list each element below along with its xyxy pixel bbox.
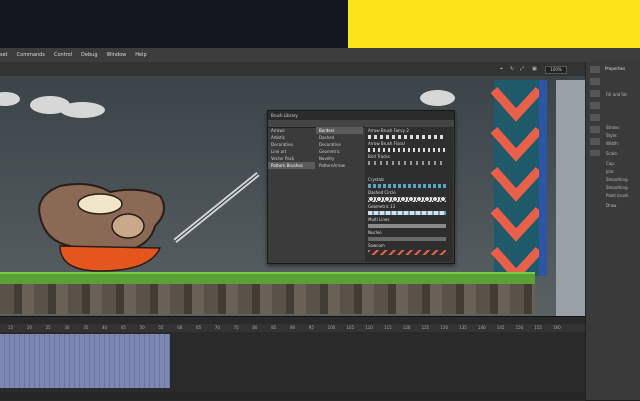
yellow-banner	[348, 0, 640, 48]
tick-label: 20	[26, 325, 32, 330]
list-item[interactable]: Geometric	[316, 148, 363, 155]
tick-label: 70	[214, 325, 220, 330]
brush-stroke[interactable]	[368, 135, 446, 139]
list-item[interactable]: Borders	[316, 127, 363, 134]
tick-label: 115	[384, 325, 392, 330]
brush-library-panel: Brush Library Arrows Artistic Decorative…	[267, 110, 455, 264]
properties-tab[interactable]: Properties	[605, 66, 625, 71]
tick-label: 140	[478, 325, 486, 330]
brush-label[interactable]: Multi Lines	[368, 217, 389, 222]
brush-label[interactable]: Nucleo	[368, 230, 382, 235]
prop-label: Cap:	[606, 161, 616, 166]
snap-icon[interactable]: ⌖	[500, 67, 505, 72]
tick-label: 45	[120, 325, 126, 330]
rotate-icon[interactable]: ↻	[510, 67, 515, 72]
tick-label: 160	[553, 325, 561, 330]
menu-item[interactable]: set	[0, 52, 8, 58]
prop-label: Stroke:	[606, 125, 621, 130]
brush-stroke[interactable]	[368, 250, 446, 255]
transform-icon[interactable]: ⤢	[520, 67, 525, 72]
list-item[interactable]: Vector Pack	[268, 155, 315, 162]
stage-edge	[556, 80, 585, 316]
brush-label[interactable]: Geometric 13	[368, 204, 395, 209]
menu-item[interactable]: Help	[135, 52, 146, 58]
brush-stroke[interactable]	[368, 237, 446, 241]
stage-toolbar	[0, 62, 585, 76]
tick-label: 25	[45, 325, 51, 330]
list-item[interactable]: Pattern Brushes	[268, 162, 315, 169]
tick-label: 90	[290, 325, 296, 330]
tool-strip[interactable]	[590, 66, 600, 156]
menu-item[interactable]: Control	[54, 52, 72, 58]
brush-stroke[interactable]	[368, 184, 446, 188]
list-item[interactable]: Decorative	[316, 141, 363, 148]
panel-title: Brush Library	[268, 111, 454, 120]
category-list: Arrows Artistic Decorative Line art Vect…	[268, 127, 315, 169]
brush-preview-list: Arrow Brush Fancy 2 Arrow Brush Floral B…	[365, 127, 453, 262]
tick-label: 15	[8, 325, 14, 330]
subcategory-list: Borders Dashed Decorative Geometric Nove…	[316, 127, 363, 169]
tick-label: 120	[402, 325, 411, 330]
tick-label: 130	[440, 325, 449, 330]
brush-stroke[interactable]	[368, 197, 446, 202]
tick-label: 155	[534, 325, 543, 330]
prop-label: Width:	[606, 141, 619, 146]
tick-label: 50	[139, 325, 145, 330]
list-item[interactable]: Novelty	[316, 155, 363, 162]
menu-bar: set Commands Control Debug Window Help	[0, 48, 640, 62]
list-item[interactable]: Arrows	[268, 127, 315, 134]
prop-label: Scale:	[606, 151, 619, 156]
tick-label: 145	[496, 325, 505, 330]
zoom-select[interactable]: 100%	[545, 66, 567, 74]
list-item[interactable]: Line art	[268, 148, 315, 155]
brush-stroke[interactable]	[368, 161, 446, 165]
brush-label[interactable]: Arrow Brush Floral	[368, 141, 405, 146]
tick-label: 80	[252, 325, 258, 330]
menu-item[interactable]: Window	[107, 52, 127, 58]
tick-label: 105	[346, 325, 355, 330]
prop-label: Style:	[606, 133, 618, 138]
prop-label: Join:	[606, 169, 615, 174]
prop-label: Draw	[606, 203, 617, 208]
brush-label[interactable]: Bird Tracks	[368, 154, 390, 159]
prop-label: Smoothing	[606, 185, 628, 190]
prop-label: Smoothing	[606, 177, 628, 182]
tick-label: 30	[64, 325, 70, 330]
tick-label: 85	[271, 325, 277, 330]
fit-icon[interactable]: ▣	[532, 67, 537, 72]
menu-item[interactable]: Debug	[81, 52, 97, 58]
brush-stroke[interactable]	[368, 224, 446, 228]
zigzag-art	[490, 80, 547, 282]
tick-label: 125	[421, 325, 430, 330]
rock-strip	[0, 284, 535, 314]
list-item[interactable]: Decorative	[268, 141, 315, 148]
tick-label: 55	[158, 325, 164, 330]
tick-label: 75	[233, 325, 239, 330]
prop-label: Paint brush	[606, 193, 629, 198]
tick-label: 65	[196, 325, 202, 330]
tick-label: 40	[102, 325, 108, 330]
frame-grid[interactable]	[0, 334, 170, 388]
tick-label: 110	[365, 325, 373, 330]
tick-label: 100	[327, 325, 336, 330]
brush-label[interactable]: Arrow Brush Fancy 2	[368, 128, 409, 133]
brush-label[interactable]: Sawcom	[368, 243, 385, 248]
brush-stroke[interactable]	[368, 211, 446, 215]
menu-item[interactable]: Commands	[17, 52, 45, 58]
character-art	[38, 172, 260, 272]
timeline-footer	[0, 392, 585, 400]
tick-label: 95	[308, 325, 314, 330]
tick-label: 150	[515, 325, 524, 330]
list-item[interactable]: Dashed	[316, 134, 363, 141]
list-item[interactable]: PatternArrow	[316, 162, 363, 169]
brush-stroke[interactable]	[368, 148, 446, 152]
brush-label[interactable]: Crystals	[368, 177, 384, 182]
tick-label: 35	[83, 325, 89, 330]
brush-label[interactable]: Dashed Circle	[368, 190, 396, 195]
prop-label: Fill and Str	[606, 92, 628, 97]
list-item[interactable]: Artistic	[268, 134, 315, 141]
tick-label: 135	[459, 325, 467, 330]
tick-label: 60	[177, 325, 183, 330]
